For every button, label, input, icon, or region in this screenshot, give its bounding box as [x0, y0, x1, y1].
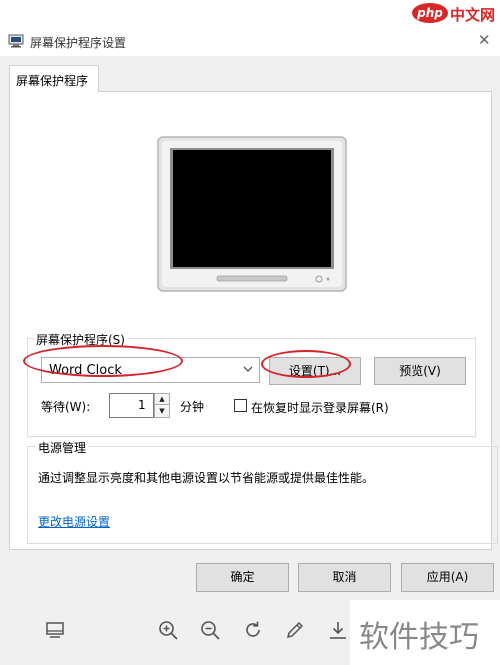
ok-button[interactable]: 确定	[196, 563, 289, 592]
monitor-preview	[157, 136, 347, 292]
settings-highlight-ellipse	[261, 350, 351, 378]
cancel-button[interactable]: 取消	[298, 563, 391, 592]
wait-unit: 分钟	[180, 400, 205, 414]
wait-stepper[interactable]: ▲ ▼	[154, 393, 170, 418]
rotate-icon[interactable]	[241, 618, 265, 642]
window-title: 屏幕保护程序设置	[30, 36, 127, 50]
watermark-bottom-text: 软件技巧	[359, 620, 479, 655]
apply-button[interactable]: 应用(A)	[401, 563, 494, 592]
preview-button[interactable]: 预览(V)	[374, 357, 466, 385]
zoom-out-icon[interactable]	[198, 618, 222, 642]
power-management-group: 电源管理 通过调整显示亮度和其他电源设置以节省能源或提供最佳性能。 更改电源设置	[27, 439, 498, 544]
chevron-down-icon	[243, 366, 253, 372]
title-bar: 屏幕保护程序设置 ✕	[0, 26, 500, 56]
tab-label: 屏幕保护程序	[16, 74, 89, 88]
php-logo: php	[412, 3, 448, 23]
wait-label: 等待(W):	[41, 400, 91, 414]
fit-screen-icon[interactable]	[43, 618, 67, 642]
dialog-body: 屏幕保护程序 屏幕保护程序(S) Word Clock 设置(T)... 预览(…	[0, 56, 500, 600]
power-legend: 电源管理	[36, 439, 89, 456]
power-description: 通过调整显示亮度和其他电源设置以节省能源或提供最佳性能。	[38, 471, 375, 485]
watermark-text: 中文网	[450, 6, 496, 24]
download-icon[interactable]	[326, 618, 350, 642]
zoom-in-icon[interactable]	[156, 618, 180, 642]
dropdown-highlight-ellipse	[23, 345, 183, 377]
resume-checkbox-label[interactable]: 在恢复时显示登录屏幕(R)	[251, 399, 389, 416]
php-cn-watermark: php 中文网	[406, 0, 500, 26]
wait-input[interactable]: 1	[109, 393, 154, 418]
screensaver-app-icon	[8, 34, 24, 48]
close-icon[interactable]: ✕	[478, 32, 491, 48]
edit-icon[interactable]	[283, 618, 307, 642]
change-power-settings-link[interactable]: 更改电源设置	[38, 513, 110, 530]
software-tips-watermark: 软件技巧	[350, 600, 500, 665]
tab-panel: 屏幕保护程序(S) Word Clock 设置(T)... 预览(V) 等待(W…	[9, 91, 498, 550]
viewer-toolbar: 软件技巧	[0, 600, 500, 665]
tab-screensaver[interactable]: 屏幕保护程序	[9, 65, 99, 92]
wait-value: 1	[138, 398, 146, 412]
increment-icon[interactable]: ▲	[155, 394, 169, 405]
decrement-icon[interactable]: ▼	[155, 406, 169, 417]
resume-checkbox[interactable]	[234, 399, 247, 412]
